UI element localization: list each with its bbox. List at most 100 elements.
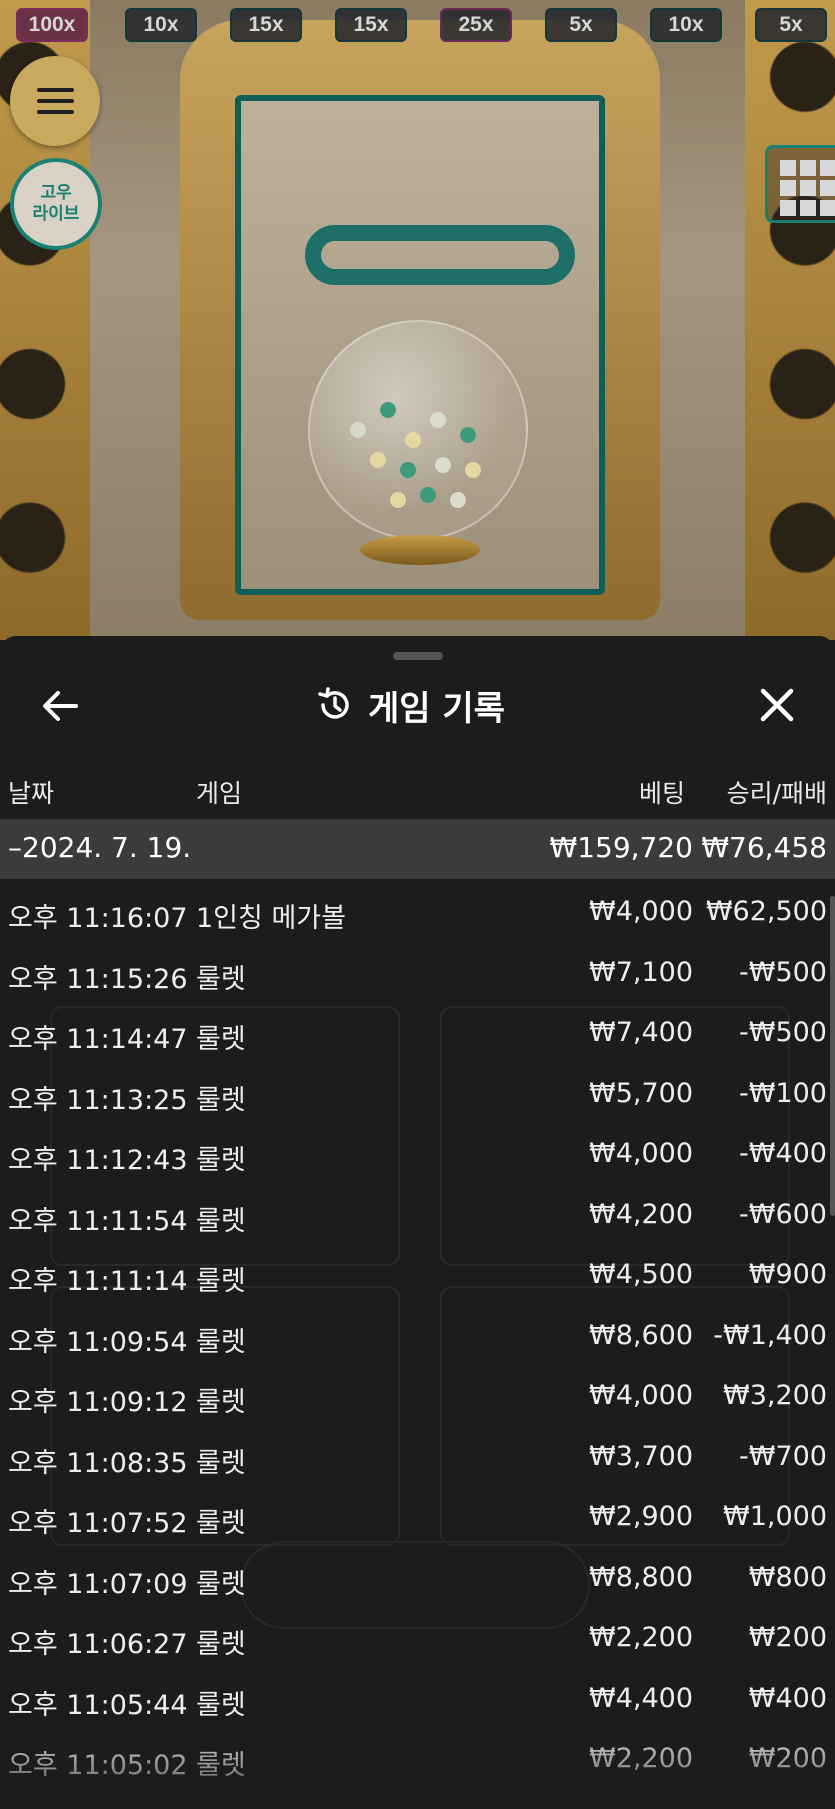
column-header-winloss: 승리/패배 [726,779,827,808]
history-row[interactable]: 오후 11:11:54 룰렛 ₩4,200 -₩600 [0,1187,835,1248]
row-time: 오후 11:12:43 [8,1145,188,1176]
row-game: 룰렛 [196,1568,246,1600]
row-time: 오후 11:09:12 [8,1387,188,1418]
scene-pipe [305,225,575,285]
date-group-row[interactable]: –2024. 7. 19. ₩159,720 ₩76,458 [0,819,835,879]
history-row[interactable]: 오후 11:12:43 룰렛 ₩4,000 -₩400 [0,1126,835,1187]
back-button[interactable] [38,684,82,728]
row-bet: ₩8,800 [589,1561,693,1593]
history-row[interactable]: 오후 11:09:54 룰렛 ₩8,600 -₩1,400 [0,1308,835,1369]
multiplier-chip: 10x [650,8,722,42]
arrow-left-icon [43,691,78,721]
row-winloss: -₩500 [739,956,827,988]
row-bet: ₩7,400 [589,1017,693,1048]
scene-right-pillar [745,0,835,640]
history-row[interactable]: 오후 11:13:25 룰렛 ₩5,700 -₩100 [0,1066,835,1127]
row-game: 룰렛 [196,1508,246,1539]
row-game: 룰렛 [196,1326,246,1358]
multiplier-chip: 15x [335,8,407,42]
brand-logo: 고우 라이브 [10,158,102,250]
row-bet: ₩5,700 [589,1077,693,1109]
row-winloss: ₩900 [748,1259,827,1290]
row-winloss: -₩1,400 [713,1319,827,1351]
row-game: 룰렛 [196,1689,246,1721]
row-time: 오후 11:06:27 [8,1629,188,1660]
row-game: 룰렛 [196,1266,246,1297]
row-time: 오후 11:09:54 [8,1326,188,1358]
grid-view-button[interactable] [765,145,835,223]
multiplier-history-strip: 100x 10x 15x 15x 25x 5x 10x 5x [0,0,835,48]
row-winloss: -₩500 [739,1017,827,1048]
history-row[interactable]: 오후 11:05:44 룰렛 ₩4,400 ₩400 [0,1671,835,1732]
row-bet: ₩7,100 [589,956,693,988]
multiplier-chip: 5x [755,8,827,42]
history-row[interactable]: 오후 11:05:02 룰렛 ₩2,200 ₩200 [0,1731,835,1792]
brand-logo-line1: 고우 [40,183,72,203]
row-game: 룰렛 [196,1750,246,1781]
row-winloss: ₩200 [748,1622,827,1653]
history-scrollbar[interactable] [830,896,835,1216]
history-row[interactable]: 오후 11:16:07 1인칭 메가볼 ₩4,000 ₩62,500 [0,884,835,945]
column-header-date: 날짜 [8,779,55,808]
history-icon [318,687,349,719]
close-icon [760,688,794,722]
row-time: 오후 11:14:47 [8,1024,188,1055]
row-winloss: -₩400 [739,1138,827,1169]
row-time: 오후 11:07:52 [8,1508,188,1539]
history-row[interactable]: 오후 11:15:26 룰렛 ₩7,100 -₩500 [0,945,835,1006]
row-game: 룰렛 [196,1205,246,1237]
history-row[interactable]: 오후 11:07:52 룰렛 ₩2,900 ₩1,000 [0,1489,835,1550]
history-row[interactable]: 오후 11:11:14 룰렛 ₩4,500 ₩900 [0,1247,835,1308]
drag-handle[interactable] [393,652,443,660]
history-row[interactable]: 오후 11:08:35 룰렛 ₩3,700 -₩700 [0,1429,835,1490]
history-row[interactable]: 오후 11:07:09 룰렛 ₩8,800 ₩800 [0,1550,835,1611]
row-time: 오후 11:05:44 [8,1689,188,1721]
row-game: 룰렛 [196,1024,246,1055]
row-game: 룰렛 [196,1084,246,1116]
row-time: 오후 11:16:07 [8,903,188,934]
row-time: 오후 11:15:26 [8,963,188,995]
close-button[interactable] [754,682,800,728]
row-winloss: ₩3,200 [723,1380,827,1411]
row-game: 룰렛 [196,1629,246,1660]
row-bet: ₩4,000 [589,1380,693,1411]
row-winloss: -₩700 [739,1440,827,1472]
row-winloss: ₩1,000 [723,1501,827,1532]
brand-logo-line2: 라이브 [32,204,80,224]
column-header-game: 게임 [196,779,243,808]
scene-globe-base [360,535,480,565]
row-time: 오후 11:07:09 [8,1568,188,1600]
row-bet: ₩4,000 [589,896,693,927]
row-time: 오후 11:08:35 [8,1447,188,1479]
row-bet: ₩8,600 [589,1319,693,1351]
history-row[interactable]: 오후 11:06:27 룰렛 ₩2,200 ₩200 [0,1610,835,1671]
row-game: 룰렛 [196,1145,246,1176]
row-bet: ₩3,700 [589,1440,693,1472]
row-winloss: ₩200 [748,1743,827,1774]
game-history-panel: 게임 기록 날짜 게임 베팅 승리/패배 –2024. 7. 19. ₩159,… [0,636,835,1809]
multiplier-chip: 15x [230,8,302,42]
ball-drawing-globe [308,320,528,540]
panel-header: 게임 기록 [316,680,505,730]
history-row[interactable]: 오후 11:14:47 룰렛 ₩7,400 -₩500 [0,1005,835,1066]
multiplier-chip: 100x [16,8,88,42]
row-time: 오후 11:13:25 [8,1084,188,1116]
row-time: 오후 11:05:02 [8,1750,188,1781]
row-bet: ₩2,900 [589,1501,693,1532]
row-bet: ₩2,200 [589,1743,693,1774]
history-list: 오후 11:16:07 1인칭 메가볼 ₩4,000 ₩62,500 오후 11:15… [0,884,835,1792]
row-time: 오후 11:11:54 [8,1205,188,1237]
row-winloss: -₩100 [739,1077,827,1109]
multiplier-chip: 25x [440,8,512,42]
row-bet: ₩4,200 [589,1198,693,1230]
multiplier-chip: 10x [125,8,197,42]
row-bet: ₩2,200 [589,1622,693,1653]
row-game: 룰렛 [196,963,246,995]
row-game: 룰렛 [196,1447,246,1479]
menu-button[interactable] [10,56,100,146]
panel-title: 게임 기록 [368,688,505,729]
date-group-date: –2024. 7. 19. [8,831,192,864]
game-video-scene [0,0,835,640]
history-row[interactable]: 오후 11:09:12 룰렛 ₩4,000 ₩3,200 [0,1368,835,1429]
multiplier-chip: 5x [545,8,617,42]
